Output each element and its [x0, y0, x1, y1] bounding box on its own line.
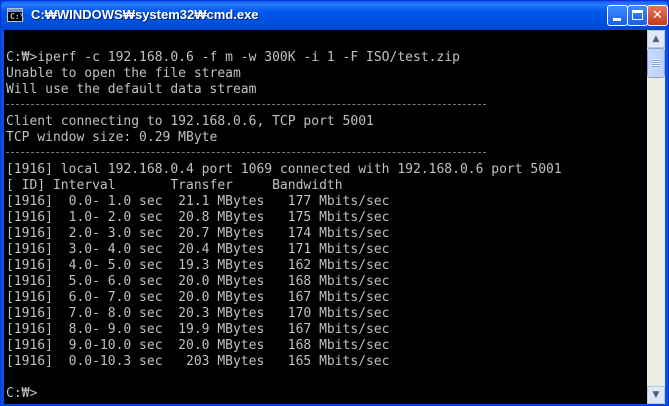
title-bar[interactable]: C:\ C:₩WINDOWS₩system32₩cmd.exe ✕: [1, 1, 668, 30]
console-output: C:₩>iperf -c 192.168.0.6 -f m -w 300K -i…: [6, 50, 646, 402]
console-area[interactable]: C:₩>iperf -c 192.168.0.6 -f m -w 300K -i…: [4, 30, 665, 404]
console-line: C:₩>iperf -c 192.168.0.6 -f m -w 300K -i…: [6, 50, 460, 65]
console-window-icon[interactable]: C:\: [7, 8, 25, 22]
console-line: C:₩>: [6, 386, 38, 401]
console-line: [1916] 0.0- 1.0 sec 21.1 MBytes 177 Mbit…: [6, 194, 390, 209]
close-button[interactable]: ✕: [647, 5, 668, 26]
console-line: [1916] 7.0- 8.0 sec 20.3 MBytes 170 Mbit…: [6, 306, 390, 321]
console-line: [1916] 5.0- 6.0 sec 20.0 MBytes 168 Mbit…: [6, 274, 390, 289]
console-line: TCP window size: 0.29 MByte: [6, 130, 218, 145]
vertical-scrollbar[interactable]: ▲ ▼: [647, 30, 665, 404]
console-line: Will use the default data stream: [6, 82, 257, 97]
scroll-up-button[interactable]: ▲: [647, 30, 665, 48]
console-line: [1916] 2.0- 3.0 sec 20.7 MBytes 174 Mbit…: [6, 226, 390, 241]
console-line: [1916] 9.0-10.0 sec 20.0 MBytes 168 Mbit…: [6, 338, 390, 353]
console-line: [1916] 0.0-10.3 sec 203 MBytes 165 Mbits…: [6, 354, 390, 369]
scrollbar-thumb[interactable]: [647, 48, 665, 78]
minimize-button[interactable]: [607, 5, 628, 26]
cmd-window: C:\ C:₩WINDOWS₩system32₩cmd.exe ✕ C:₩>ip…: [0, 0, 669, 406]
console-window-icon-glyph: C:\: [10, 12, 25, 21]
console-line: [1916] 1.0- 2.0 sec 20.8 MBytes 175 Mbit…: [6, 210, 390, 225]
scroll-down-button[interactable]: ▼: [647, 386, 665, 404]
close-icon: ✕: [652, 8, 663, 23]
maximize-button[interactable]: [627, 5, 648, 26]
console-line: Unable to open the file stream: [6, 66, 241, 81]
console-line: [ ID] Interval Transfer Bandwidth: [6, 178, 343, 193]
console-separator: [6, 98, 646, 114]
console-line: [1916] 4.0- 5.0 sec 19.3 MBytes 162 Mbit…: [6, 258, 390, 273]
scroll-up-arrow-icon: ▲: [652, 34, 660, 44]
scrollbar-grip-icon: [652, 59, 660, 67]
window-title: C:₩WINDOWS₩system32₩cmd.exe: [31, 7, 259, 22]
console-separator: [6, 146, 646, 162]
console-line: [1916] 6.0- 7.0 sec 20.0 MBytes 167 Mbit…: [6, 290, 390, 305]
minimize-icon: [613, 18, 621, 21]
scroll-down-arrow-icon: ▼: [652, 390, 660, 400]
maximize-icon: [632, 10, 643, 20]
console-line: [1916] 8.0- 9.0 sec 19.9 MBytes 167 Mbit…: [6, 322, 390, 337]
console-line: [1916] 3.0- 4.0 sec 20.4 MBytes 171 Mbit…: [6, 242, 390, 257]
console-line: Client connecting to 192.168.0.6, TCP po…: [6, 114, 374, 129]
console-line: [1916] local 192.168.0.4 port 1069 conne…: [6, 162, 562, 177]
